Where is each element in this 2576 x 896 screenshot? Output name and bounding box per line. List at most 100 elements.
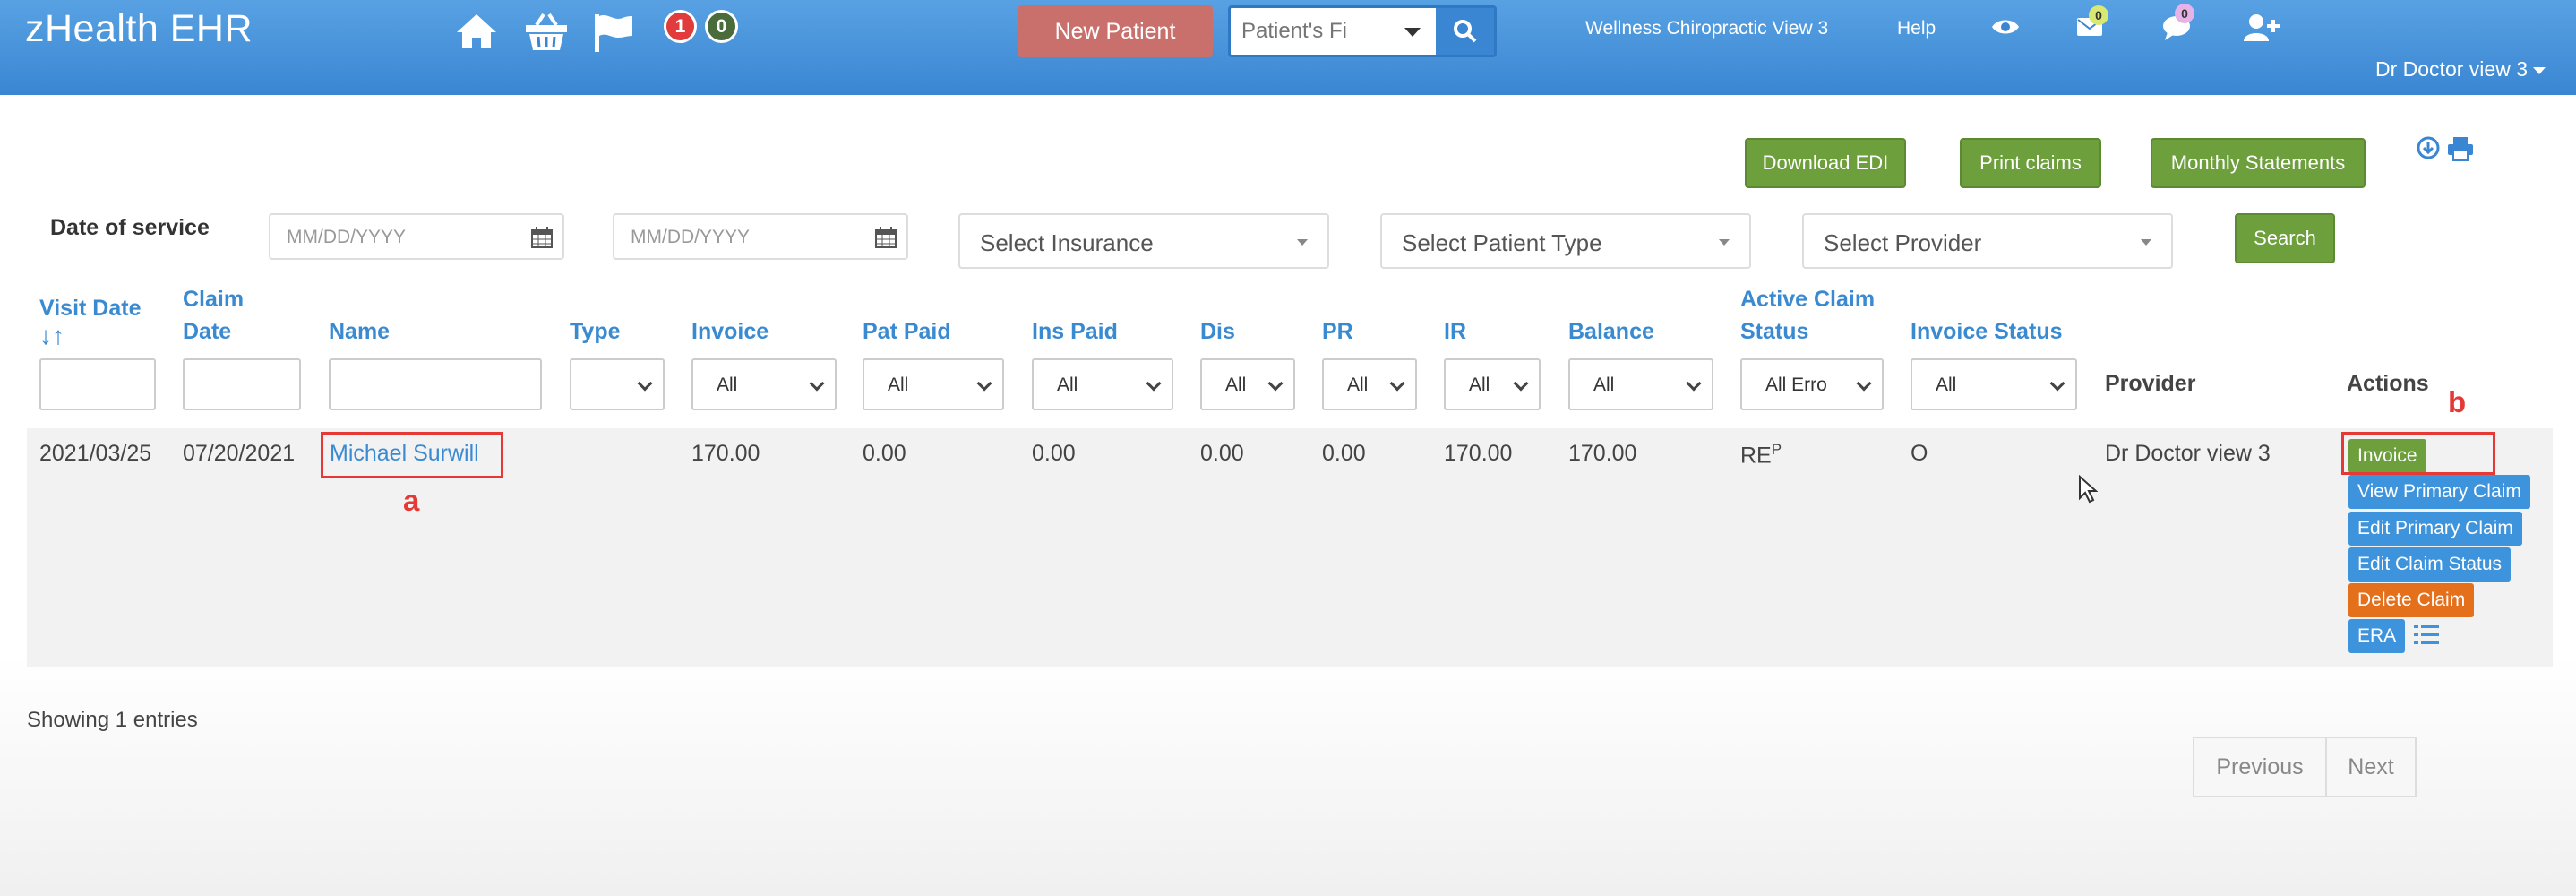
notification-badge-green[interactable]: 0 xyxy=(705,10,738,43)
brand-logo[interactable]: zHealth EHR xyxy=(25,7,253,51)
ins-paid-cell: 0.00 xyxy=(1032,441,1076,466)
date-to-placeholder: MM/DD/YYYY xyxy=(631,227,751,247)
printer-icon[interactable] xyxy=(2447,136,2474,161)
date-to-input[interactable]: MM/DD/YYYY xyxy=(613,213,908,260)
edit-primary-claim-button[interactable]: Edit Primary Claim xyxy=(2348,512,2522,546)
date-from-placeholder: MM/DD/YYYY xyxy=(287,227,407,247)
invoice-status-filter-value: All xyxy=(1936,375,1957,395)
edit-claim-status-button[interactable]: Edit Claim Status xyxy=(2348,547,2512,582)
visit-date-cell: 2021/03/25 xyxy=(39,441,152,466)
ins-paid-filter-select[interactable]: All xyxy=(1032,358,1173,410)
flag-icon[interactable] xyxy=(593,13,634,52)
col-invoice[interactable]: Invoice xyxy=(691,315,769,348)
mouse-cursor-icon xyxy=(2079,475,2098,504)
patient-type-select-value: Select Patient Type xyxy=(1402,229,1602,256)
calendar-icon[interactable] xyxy=(530,226,554,249)
print-claims-button[interactable]: Print claims xyxy=(1960,138,2101,188)
pr-cell: 0.00 xyxy=(1322,441,1366,466)
notification-badge-red[interactable]: 1 xyxy=(664,10,697,43)
chevron-down-icon xyxy=(2141,239,2151,246)
col-name[interactable]: Name xyxy=(329,315,390,348)
sort-icon[interactable]: ↓↑ xyxy=(39,323,141,349)
patient-search-input[interactable] xyxy=(1240,15,1383,47)
patient-search-box xyxy=(1228,5,1497,57)
patient-search-button[interactable] xyxy=(1436,8,1494,55)
pr-filter-value: All xyxy=(1347,375,1369,395)
list-icon[interactable] xyxy=(2413,622,2440,647)
type-filter-select[interactable] xyxy=(570,358,665,410)
ir-filter-value: All xyxy=(1469,375,1490,395)
search-button[interactable]: Search xyxy=(2235,213,2335,263)
chevron-down-icon xyxy=(1297,239,1308,246)
monthly-statements-button[interactable]: Monthly Statements xyxy=(2151,138,2366,188)
insurance-select[interactable]: Select Insurance xyxy=(958,213,1329,269)
home-icon[interactable] xyxy=(455,13,498,50)
basket-icon[interactable] xyxy=(524,11,569,52)
dis-filter-select[interactable]: All xyxy=(1200,358,1295,410)
col-actions: Actions xyxy=(2347,371,2429,396)
claim-status-cell: REP xyxy=(1740,441,1782,469)
view-primary-claim-button[interactable]: View Primary Claim xyxy=(2348,475,2530,509)
download-edi-button[interactable]: Download EDI xyxy=(1745,138,1906,188)
col-pr[interactable]: PR xyxy=(1322,315,1353,348)
col-active-claim-status[interactable]: Active Claim Status xyxy=(1740,283,1875,348)
col-claim-date-line1: Claim xyxy=(183,287,245,312)
date-from-input[interactable]: MM/DD/YYYY xyxy=(269,213,564,260)
chevron-down-icon xyxy=(2532,66,2546,74)
chevron-down-icon xyxy=(1146,375,1162,392)
provider-select[interactable]: Select Provider xyxy=(1802,213,2173,269)
add-user-icon[interactable] xyxy=(2244,13,2280,43)
col-ir[interactable]: IR xyxy=(1444,315,1466,348)
claim-status-value: RE xyxy=(1740,443,1772,469)
col-pat-paid[interactable]: Pat Paid xyxy=(863,315,951,348)
col-visit-date-label: Visit Date xyxy=(39,296,142,321)
chat-notification[interactable]: 0 xyxy=(2162,4,2194,43)
chat-count-badge: 0 xyxy=(2175,4,2194,23)
patient-type-select[interactable]: Select Patient Type xyxy=(1380,213,1751,269)
balance-cell: 170.00 xyxy=(1568,441,1637,466)
col-active-claim-line2: Status xyxy=(1740,319,1809,344)
era-button[interactable]: ERA xyxy=(2348,619,2406,653)
chevron-down-icon[interactable] xyxy=(1404,28,1421,37)
pr-filter-select[interactable]: All xyxy=(1322,358,1417,410)
chevron-down-icon xyxy=(976,375,992,392)
messages-notification[interactable]: 0 xyxy=(2076,5,2108,43)
ir-filter-select[interactable]: All xyxy=(1444,358,1541,410)
clinic-link[interactable]: Wellness Chiropractic View 3 xyxy=(1585,18,1828,39)
name-filter-input[interactable] xyxy=(329,358,542,410)
help-link[interactable]: Help xyxy=(1897,18,1936,39)
invoice-status-filter-select[interactable]: All xyxy=(1911,358,2077,410)
col-balance[interactable]: Balance xyxy=(1568,315,1654,348)
ins-paid-filter-value: All xyxy=(1057,375,1078,395)
pat-paid-filter-value: All xyxy=(888,375,909,395)
next-page-button[interactable]: Next xyxy=(2325,737,2417,797)
claim-status-superscript: P xyxy=(1771,441,1782,458)
visit-date-filter-input[interactable] xyxy=(39,358,156,410)
chevron-down-icon xyxy=(1856,375,1872,392)
col-ins-paid[interactable]: Ins Paid xyxy=(1032,315,1118,348)
invoice-filter-select[interactable]: All xyxy=(691,358,837,410)
col-claim-date[interactable]: Claim Date xyxy=(183,283,244,348)
chevron-down-icon xyxy=(1513,375,1529,392)
user-menu[interactable]: Dr Doctor view 3 xyxy=(2375,57,2546,82)
active-claim-filter-value: All Erro xyxy=(1765,375,1827,395)
claim-date-cell: 07/20/2021 xyxy=(183,441,296,466)
pat-paid-filter-select[interactable]: All xyxy=(863,358,1004,410)
col-visit-date[interactable]: Visit Date ↓↑ xyxy=(39,292,142,349)
chevron-down-icon xyxy=(1686,375,1702,392)
col-type[interactable]: Type xyxy=(570,315,621,348)
messages-count-badge: 0 xyxy=(2089,5,2108,25)
new-patient-button[interactable]: New Patient xyxy=(1018,5,1213,57)
col-dis[interactable]: Dis xyxy=(1200,315,1235,348)
search-icon xyxy=(1453,20,1476,43)
col-invoice-status[interactable]: Invoice Status xyxy=(1911,315,2063,348)
previous-page-button[interactable]: Previous xyxy=(2193,737,2327,797)
eye-icon[interactable] xyxy=(1990,16,2021,38)
calendar-icon[interactable] xyxy=(874,226,897,249)
active-claim-filter-select[interactable]: All Erro xyxy=(1740,358,1884,410)
claim-date-filter-input[interactable] xyxy=(183,358,301,410)
balance-filter-select[interactable]: All xyxy=(1568,358,1713,410)
pat-paid-cell: 0.00 xyxy=(863,441,906,466)
delete-claim-button[interactable]: Delete Claim xyxy=(2348,583,2475,617)
download-icon[interactable] xyxy=(2417,136,2440,159)
